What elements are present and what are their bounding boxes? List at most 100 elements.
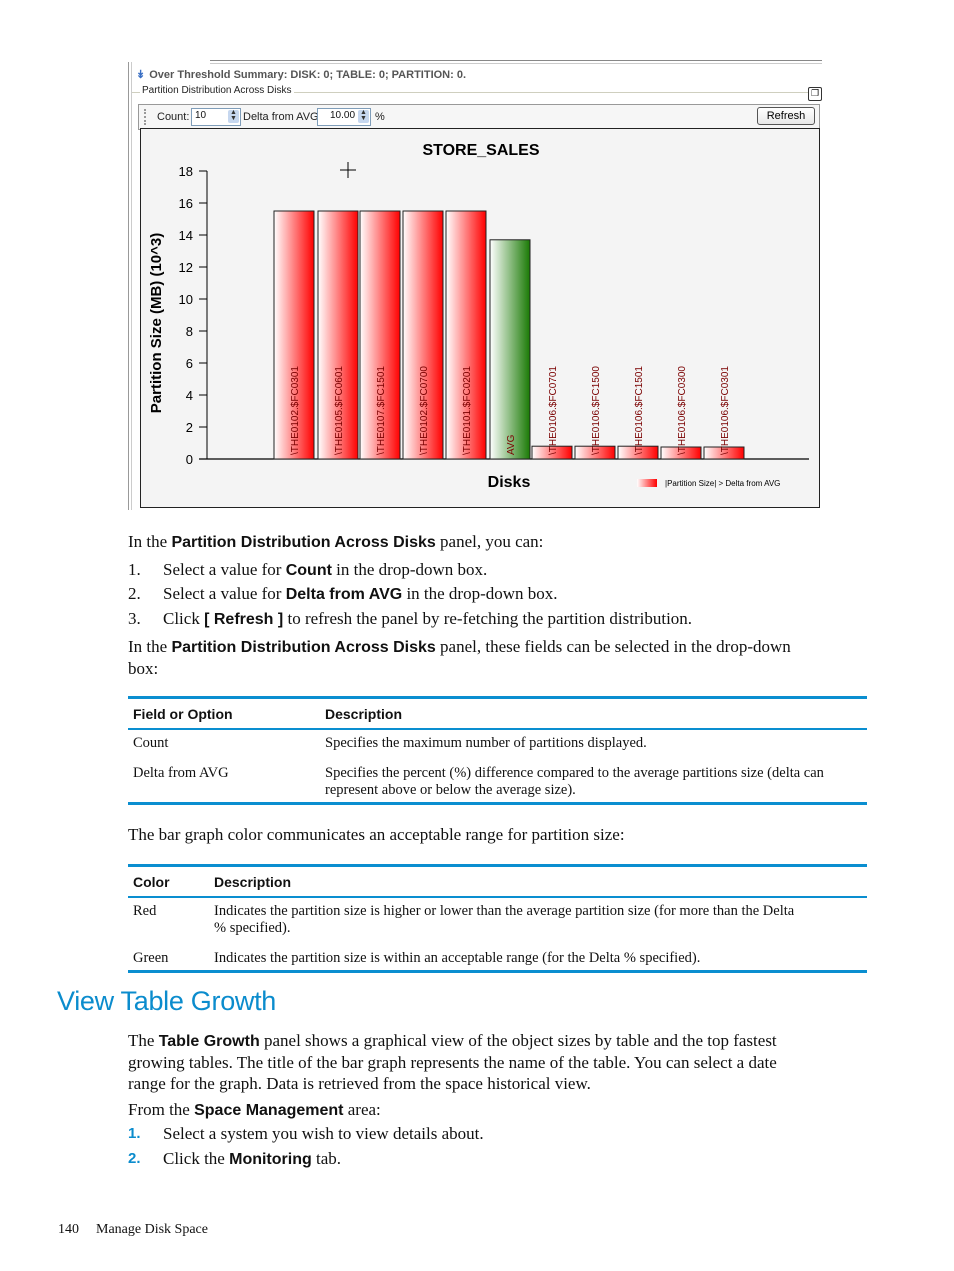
table-rule xyxy=(128,728,867,730)
footer-title: Manage Disk Space xyxy=(96,1222,208,1237)
bold-term: Partition Distribution Across Disks xyxy=(171,639,436,656)
bars: \THE0102.$FC0301 \THE0105.$FC0601 \THE0107… xyxy=(273,210,745,460)
bar-label: \THE0106.$FC1500 xyxy=(591,366,602,455)
frame-border xyxy=(210,63,822,64)
chart-area: STORE_SALES Partition Size (MB) (10^3) D… xyxy=(140,128,820,508)
table-cell: Specifies the maximum number of partitio… xyxy=(325,735,647,751)
text: Select a value for xyxy=(163,584,286,603)
bar-label: \THE0107.$FC1501 xyxy=(376,366,387,455)
text: In the xyxy=(128,637,172,656)
legend-swatch-red xyxy=(637,479,657,487)
toolbar: Count: 10 ▲ ▼ Delta from AVG: 10.00 ▲ ▼ % … xyxy=(138,104,820,130)
table-rule xyxy=(128,696,867,699)
intro2-paragraph: In the Partition Distribution Across Dis… xyxy=(128,636,873,679)
bold-term: Space Management xyxy=(194,1102,344,1119)
table-rule xyxy=(128,864,867,867)
bold-term: Table Growth xyxy=(158,1033,260,1050)
table-rule xyxy=(128,802,867,805)
bold-term: Monitoring xyxy=(229,1151,312,1168)
bold-term: [ Refresh ] xyxy=(204,611,284,628)
app-screenshot: ↡ Over Threshold Summary: DISK: 0; TABLE:… xyxy=(128,58,822,510)
bar-label: \THE0106.$FC0701 xyxy=(548,366,559,455)
delta-spinner[interactable]: 10.00 ▲ ▼ xyxy=(317,108,371,126)
bar-label: \THE0102.$FC0700 xyxy=(419,366,430,455)
page-number: 140 xyxy=(58,1222,79,1237)
text: to refresh the panel by re-fetching the … xyxy=(283,609,693,628)
table-header: Field or Option xyxy=(133,706,233,722)
delta-value[interactable]: 10.00 xyxy=(330,110,355,121)
table-cell: Indicates the partition size is within a… xyxy=(214,950,701,966)
spinner-arrows-icon[interactable]: ▲ ▼ xyxy=(358,109,369,123)
text: Click xyxy=(163,609,205,628)
table-cell: Red xyxy=(133,903,157,919)
text: panel shows a graphical view of the obje… xyxy=(259,1031,777,1050)
bar-label: \THE0106.$FC0300 xyxy=(677,366,688,455)
summary-text: Over Threshold Summary: DISK: 0; TABLE: … xyxy=(149,69,467,81)
bar-label: \THE0101.$FC0201 xyxy=(462,366,473,455)
table-cell: Delta from AVG xyxy=(133,765,229,781)
count-value[interactable]: 10 xyxy=(195,110,206,121)
table-cell: % specified). xyxy=(214,920,291,936)
growth-paragraph: The Table Growth panel shows a graphical… xyxy=(128,1030,873,1094)
bold-term: Delta from AVG xyxy=(285,586,403,603)
refresh-button[interactable]: Refresh xyxy=(757,107,815,125)
table-header: Color xyxy=(133,874,170,890)
section-title: View Table Growth xyxy=(57,986,277,1016)
table-cell: Specifies the percent (%) difference com… xyxy=(325,765,824,781)
legend: |Partition Size| > Delta from AVG xyxy=(637,479,780,488)
text: Select a system you wish to view details… xyxy=(163,1124,484,1143)
spinner-arrows-icon[interactable]: ▲ ▼ xyxy=(228,109,239,123)
group-title: Partition Distribution Across Disks xyxy=(140,85,294,96)
y-tick-label: 12 xyxy=(179,260,193,275)
y-tick-label: 8 xyxy=(186,324,193,339)
from-area-paragraph: From the Space Management area: xyxy=(128,1099,381,1121)
colors-table: Color Description Red Indicates the part… xyxy=(128,864,867,976)
bar-label: AVG xyxy=(506,434,517,455)
y-tick-label: 0 xyxy=(186,452,193,467)
toolbar-grip-handle[interactable] xyxy=(144,109,148,125)
text: box: xyxy=(128,659,159,678)
frame-border xyxy=(128,62,129,510)
delta-label: Delta from AVG: xyxy=(243,111,322,123)
table-header: Description xyxy=(325,706,403,722)
text: panel, you can: xyxy=(435,532,544,551)
table-cell: Green xyxy=(133,950,169,966)
list-number: 2. xyxy=(128,584,141,603)
y-tick-label: 6 xyxy=(186,356,193,371)
bar-label: \THE0105.$FC0601 xyxy=(334,366,345,455)
bold-term: Partition Distribution Across Disks xyxy=(171,534,436,551)
over-threshold-summary[interactable]: ↡ Over Threshold Summary: DISK: 0; TABLE:… xyxy=(136,68,466,81)
bar[interactable] xyxy=(489,239,531,460)
y-tick-label: 16 xyxy=(179,196,193,211)
table-header: Description xyxy=(214,874,292,890)
text: Click the xyxy=(163,1149,230,1168)
bar-chart: STORE_SALES Partition Size (MB) (10^3) D… xyxy=(148,142,809,491)
crosshair-cursor-icon xyxy=(340,162,356,178)
y-axis-label: Partition Size (MB) (10^3) xyxy=(148,233,165,413)
list-number: 1. xyxy=(128,1125,141,1142)
text: In the xyxy=(128,532,172,551)
frame-border xyxy=(210,60,822,61)
y-tick-label: 18 xyxy=(179,164,193,179)
list-number: 1. xyxy=(128,560,141,579)
fields-table: Field or Option Description Count Specif… xyxy=(128,696,867,808)
text: growing tables. The title of the bar gra… xyxy=(128,1053,777,1072)
text: The xyxy=(128,1031,159,1050)
percent-label: % xyxy=(375,111,385,123)
list-number: 3. xyxy=(128,609,141,628)
restore-window-icon[interactable]: ❐ xyxy=(808,87,822,101)
list-number: 2. xyxy=(128,1150,141,1167)
y-tick-label: 10 xyxy=(179,292,193,307)
count-spinner[interactable]: 10 ▲ ▼ xyxy=(191,108,241,126)
count-label: Count: xyxy=(157,111,190,123)
x-axis-label: Disks xyxy=(488,474,531,491)
bold-term: Count xyxy=(285,562,332,579)
bar-label: \THE0102.$FC0301 xyxy=(290,366,301,455)
chart-title: STORE_SALES xyxy=(422,142,539,159)
y-tick-label: 14 xyxy=(179,228,193,243)
table-rule xyxy=(128,896,867,898)
y-tick-label: 4 xyxy=(186,388,193,403)
bar-label: \THE0106.$FC1501 xyxy=(634,366,645,455)
legend-label: |Partition Size| > Delta from AVG xyxy=(665,479,780,488)
double-chevron-down-icon[interactable]: ↡ xyxy=(136,69,145,81)
